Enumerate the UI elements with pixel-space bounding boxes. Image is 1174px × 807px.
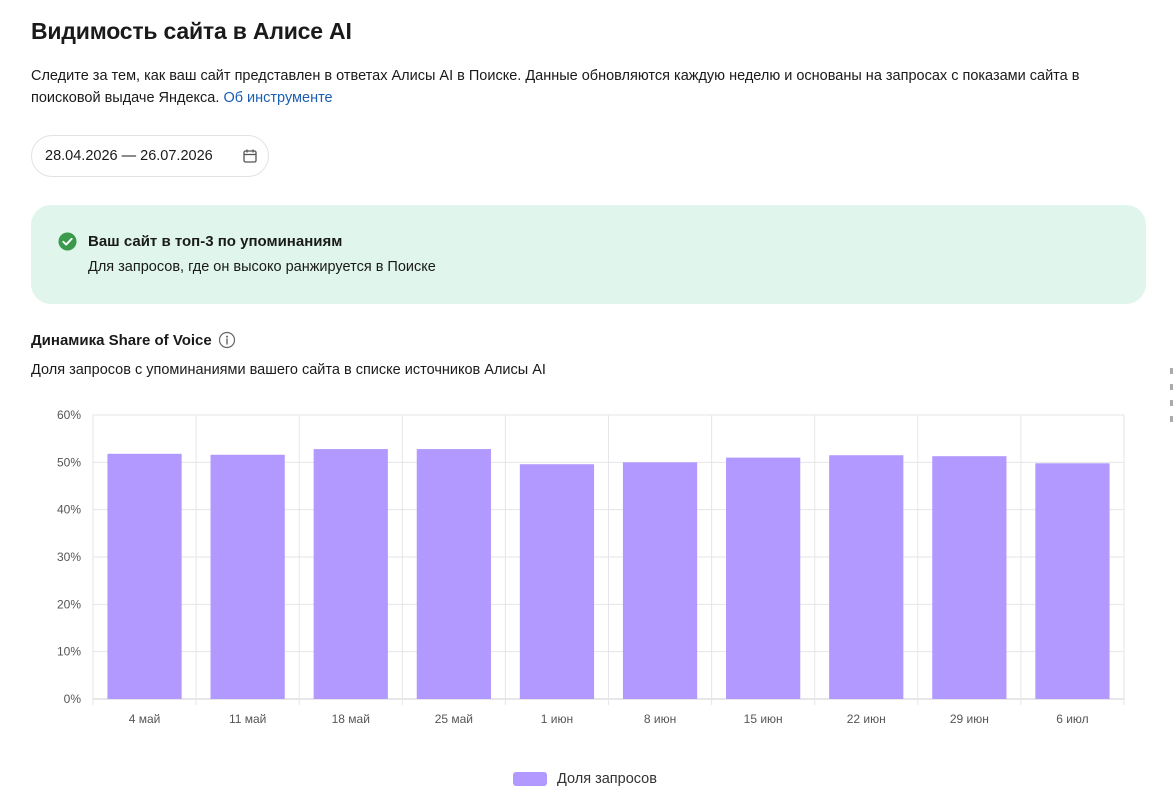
x-tick-label: 4 май <box>129 712 161 726</box>
about-tool-link[interactable]: Об инструменте <box>223 90 332 106</box>
bar <box>210 454 285 699</box>
section-title-text: Динамика Share of Voice <box>31 331 212 349</box>
date-range-value: 28.04.2026 — 26.07.2026 <box>45 148 213 164</box>
bar <box>726 457 801 699</box>
check-circle-icon <box>58 232 77 251</box>
status-banner: Ваш сайт в топ-3 по упоминаниям Для запр… <box>31 205 1146 304</box>
description-text: Следите за тем, как ваш сайт представлен… <box>31 68 1080 106</box>
y-tick-label: 30% <box>57 550 81 564</box>
bar <box>932 456 1007 699</box>
x-tick-label: 25 май <box>435 712 473 726</box>
page-description: Следите за тем, как ваш сайт представлен… <box>31 65 1141 109</box>
bar <box>519 464 595 699</box>
bar <box>313 449 388 699</box>
y-tick-label: 10% <box>57 645 81 659</box>
x-tick-label: 15 июн <box>744 712 783 726</box>
section-title: Динамика Share of Voice <box>31 331 236 349</box>
page: Видимость сайта в Алисе AI Следите за те… <box>0 0 1174 807</box>
date-range-picker[interactable]: 28.04.2026 — 26.07.2026 <box>31 135 269 177</box>
bar <box>829 455 904 699</box>
y-tick-label: 50% <box>57 455 81 469</box>
edge-fragment <box>1170 368 1174 448</box>
legend-swatch <box>513 772 547 786</box>
info-icon[interactable] <box>218 331 236 349</box>
chart-legend[interactable]: Доля запросов <box>513 771 657 787</box>
page-title: Видимость сайта в Алисе AI <box>31 18 352 44</box>
calendar-icon <box>243 149 257 163</box>
share-of-voice-chart: 0% 10% 20% 30% 40% 50% 60% 4 май 11 май 18 май 25 … <box>57 408 1125 726</box>
x-tick-label: 18 май <box>332 712 370 726</box>
bar <box>107 453 182 699</box>
x-tick-label: 8 июн <box>644 712 676 726</box>
section-subtitle: Доля запросов с упоминаниями вашего сайт… <box>31 362 546 378</box>
x-tick-label: 22 июн <box>847 712 886 726</box>
bar <box>416 449 491 699</box>
x-tick-label: 29 июн <box>950 712 989 726</box>
y-tick-label: 0% <box>64 692 82 706</box>
banner-title: Ваш сайт в топ-3 по упоминаниям <box>88 233 343 250</box>
y-tick-label: 20% <box>57 597 81 611</box>
legend-label: Доля запросов <box>557 771 657 787</box>
banner-subtitle: Для запросов, где он высоко ранжируется … <box>88 259 436 275</box>
x-tick-label: 11 май <box>229 712 266 726</box>
y-tick-label: 40% <box>57 503 81 517</box>
bar <box>1035 463 1110 699</box>
y-tick-label: 60% <box>57 408 81 422</box>
x-tick-label: 1 июн <box>541 712 573 726</box>
bar <box>622 462 698 699</box>
x-tick-label: 6 июл <box>1056 712 1088 726</box>
